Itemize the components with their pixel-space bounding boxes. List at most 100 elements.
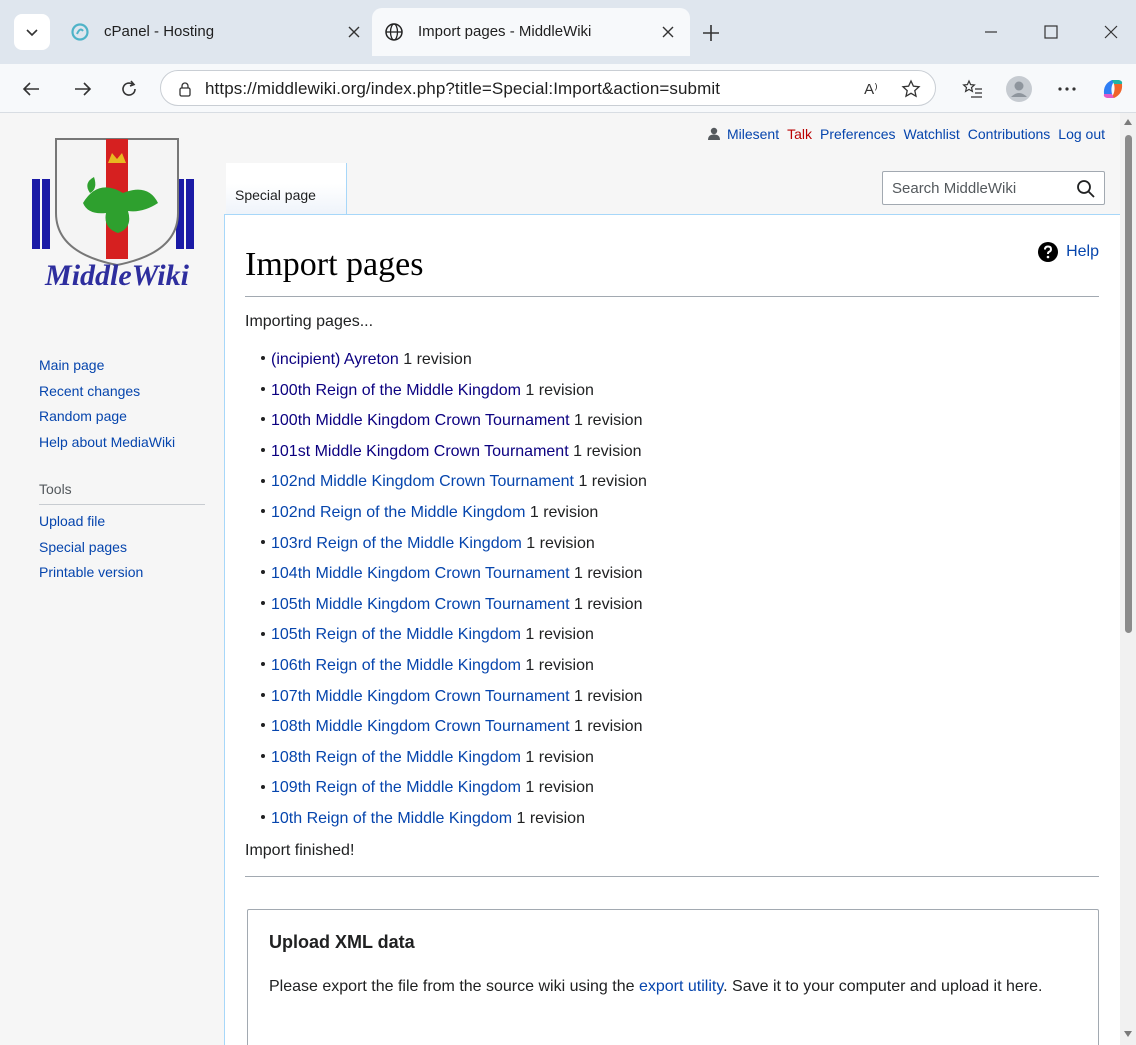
plus-icon <box>703 25 719 41</box>
list-item: 101st Middle Kingdom Crown Tournament 1 … <box>245 437 647 468</box>
list-item: 108th Middle Kingdom Crown Tournament 1 … <box>245 712 647 743</box>
sidebar-item-help[interactable]: Help about MediaWiki <box>39 430 219 456</box>
help-icon <box>1038 242 1059 262</box>
sidebar-item-printable-version[interactable]: Printable version <box>39 560 219 586</box>
user-icon <box>707 127 720 140</box>
revision-count: 1 revision <box>574 595 643 613</box>
list-item: 109th Reign of the Middle Kingdom 1 revi… <box>245 773 647 804</box>
read-aloud-button[interactable]: A⁾ <box>859 77 883 101</box>
sidebar-item-recent-changes[interactable]: Recent changes <box>39 379 219 405</box>
settings-menu-button[interactable] <box>1050 72 1084 106</box>
refresh-button[interactable] <box>112 72 146 106</box>
username-link[interactable]: Milesent <box>727 126 779 142</box>
address-bar[interactable]: https://middlewiki.org/index.php?title=S… <box>160 70 936 106</box>
forward-button[interactable] <box>66 72 100 106</box>
close-window-button[interactable] <box>1088 12 1134 52</box>
logout-link[interactable]: Log out <box>1058 126 1105 142</box>
maximize-button[interactable] <box>1028 12 1074 52</box>
minimize-button[interactable] <box>968 12 1014 52</box>
scroll-up-arrow[interactable] <box>1124 119 1132 125</box>
site-info-button[interactable] <box>173 77 197 101</box>
list-item: 102nd Middle Kingdom Crown Tournament 1 … <box>245 467 647 498</box>
tab-import-pages[interactable]: Import pages - MiddleWiki <box>372 8 690 56</box>
page-link[interactable]: 102nd Reign of the Middle Kingdom <box>271 504 525 521</box>
contributions-link[interactable]: Contributions <box>968 126 1051 142</box>
revision-count: 1 revision <box>525 626 594 644</box>
arrow-left-icon <box>22 82 39 96</box>
upload-heading: Upload XML data <box>269 932 415 952</box>
page-viewport: MiddleWiki Milesent Talk Preferences Wat… <box>0 113 1120 1045</box>
revision-count: 1 revision <box>525 656 594 674</box>
list-item: 107th Middle Kingdom Crown Tournament 1 … <box>245 682 647 713</box>
search-icon[interactable] <box>1076 179 1096 199</box>
url-text[interactable]: https://middlewiki.org/index.php?title=S… <box>205 79 720 99</box>
revision-count: 1 revision <box>525 779 594 797</box>
favorites-button[interactable] <box>956 72 990 106</box>
user-link[interactable]: Milesent <box>707 126 779 142</box>
lock-icon <box>179 82 191 97</box>
list-item: 108th Reign of the Middle Kingdom 1 revi… <box>245 743 647 774</box>
close-tab-button[interactable] <box>658 22 678 42</box>
page-link[interactable]: 105th Middle Kingdom Crown Tournament <box>271 596 570 613</box>
page-link[interactable]: 10th Reign of the Middle Kingdom <box>271 810 512 827</box>
page-link[interactable]: 100th Middle Kingdom Crown Tournament <box>271 412 570 429</box>
page-link[interactable]: 108th Reign of the Middle Kingdom <box>271 749 521 766</box>
sidebar-item-random-page[interactable]: Random page <box>39 404 219 430</box>
favorite-button[interactable] <box>899 77 923 101</box>
search-input[interactable]: Search MiddleWiki <box>882 171 1105 205</box>
import-finished-text: Import finished! <box>245 842 355 859</box>
list-item: 10th Reign of the Middle Kingdom 1 revis… <box>245 804 647 835</box>
page-link[interactable]: (incipient) Ayreton <box>271 351 399 368</box>
revision-count: 1 revision <box>578 473 647 491</box>
tab-cpanel[interactable]: cPanel - Hosting <box>58 8 370 56</box>
page-link[interactable]: 107th Middle Kingdom Crown Tournament <box>271 688 570 705</box>
sidebar-item-special-pages[interactable]: Special pages <box>39 535 219 561</box>
personal-tools: Milesent Talk Preferences Watchlist Cont… <box>707 126 1105 142</box>
copilot-button[interactable] <box>1096 72 1130 106</box>
page-link[interactable]: 106th Reign of the Middle Kingdom <box>271 657 521 674</box>
favorites-list-icon <box>962 79 982 98</box>
revision-count: 1 revision <box>526 534 595 552</box>
back-button[interactable] <box>14 72 48 106</box>
avatar-icon <box>1006 76 1032 102</box>
page-scrollbar[interactable] <box>1120 113 1136 1045</box>
help-link[interactable]: Help <box>1038 242 1099 262</box>
middlewiki-logo[interactable]: MiddleWiki <box>28 133 210 293</box>
revision-count: 1 revision <box>574 718 643 736</box>
help-label[interactable]: Help <box>1066 243 1099 261</box>
tab-label: Special page <box>235 187 316 203</box>
page-link[interactable]: 102nd Middle Kingdom Crown Tournament <box>271 473 574 490</box>
profile-button[interactable] <box>1002 72 1036 106</box>
sidebar-item-upload-file[interactable]: Upload file <box>39 509 219 535</box>
talk-link[interactable]: Talk <box>787 126 812 142</box>
scroll-thumb[interactable] <box>1125 135 1132 633</box>
list-item: 100th Reign of the Middle Kingdom 1 revi… <box>245 376 647 407</box>
page-link[interactable]: 100th Reign of the Middle Kingdom <box>271 382 521 399</box>
tab-special-page[interactable]: Special page <box>226 163 347 215</box>
page-link[interactable]: 104th Middle Kingdom Crown Tournament <box>271 565 570 582</box>
tab-actions-button[interactable] <box>14 14 50 50</box>
tab-title: Import pages - MiddleWiki <box>418 23 592 40</box>
revision-count: 1 revision <box>529 503 599 521</box>
list-item: 105th Reign of the Middle Kingdom 1 revi… <box>245 620 647 651</box>
revision-count: 1 revision <box>403 351 472 368</box>
page-link[interactable]: 108th Middle Kingdom Crown Tournament <box>271 718 570 735</box>
scroll-down-arrow[interactable] <box>1124 1031 1132 1037</box>
page-link[interactable]: 101st Middle Kingdom Crown Tournament <box>271 443 569 460</box>
upload-xml-section: Upload XML data Please export the file f… <box>247 909 1099 1045</box>
revision-count: 1 revision <box>574 565 643 583</box>
export-utility-link[interactable]: export utility <box>639 978 723 995</box>
page-link[interactable]: 105th Reign of the Middle Kingdom <box>271 626 521 643</box>
watchlist-link[interactable]: Watchlist <box>904 126 960 142</box>
sidebar-item-main-page[interactable]: Main page <box>39 353 219 379</box>
page-link[interactable]: 109th Reign of the Middle Kingdom <box>271 779 521 796</box>
list-item: 102nd Reign of the Middle Kingdom 1 revi… <box>245 498 647 529</box>
new-tab-button[interactable] <box>696 18 726 48</box>
globe-icon <box>385 23 403 41</box>
divider <box>245 876 1099 877</box>
close-tab-button[interactable] <box>344 22 364 42</box>
preferences-link[interactable]: Preferences <box>820 126 895 142</box>
list-item: 104th Middle Kingdom Crown Tournament 1 … <box>245 559 647 590</box>
revision-count: 1 revision <box>574 412 643 430</box>
page-link[interactable]: 103rd Reign of the Middle Kingdom <box>271 535 522 552</box>
